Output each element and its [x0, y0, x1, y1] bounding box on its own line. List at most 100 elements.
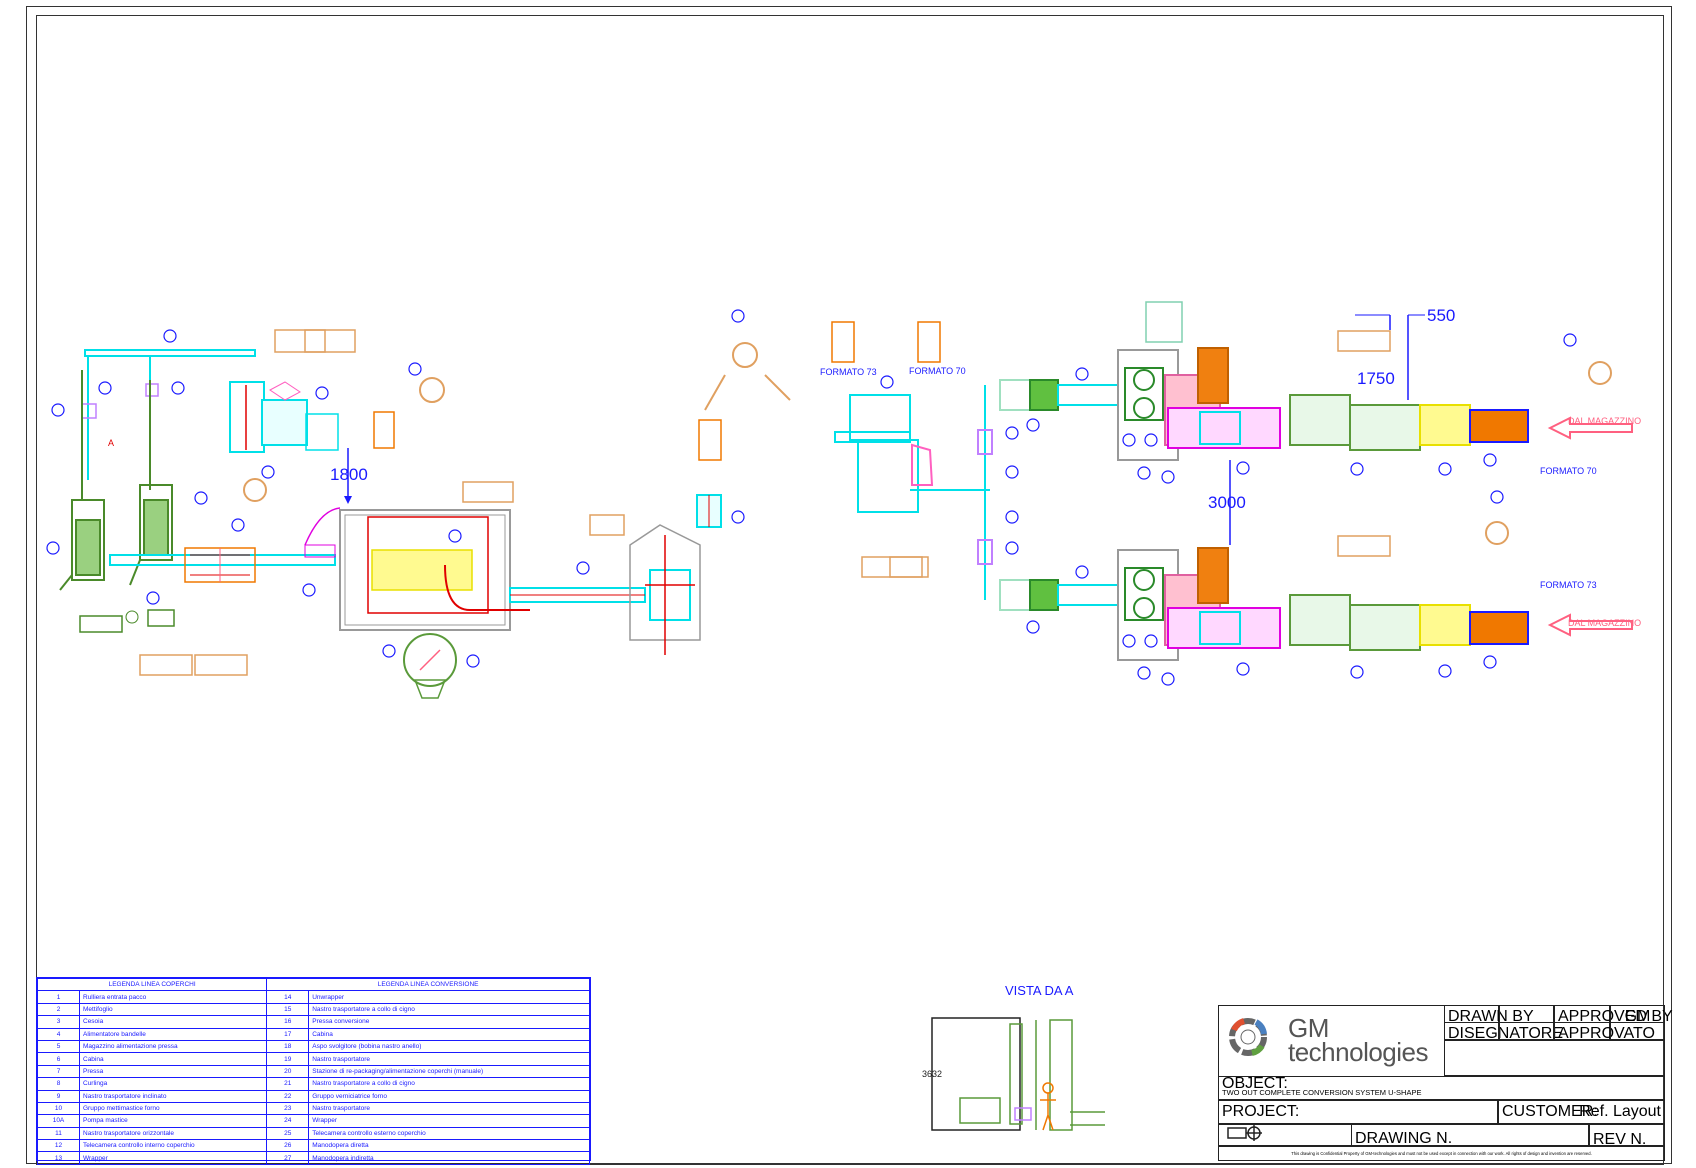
legend-table: LEGENDA LINEA COPERCHI LEGENDA LINEA CON… [36, 977, 591, 1165]
legend-num: 22 [266, 1089, 310, 1103]
label-dal-magazzino-2: DAL MAGAZZINO [1568, 618, 1642, 628]
legend-text: Nastro trasportatore [308, 1101, 590, 1116]
legend-text: Telecamera controllo interno coperchio [78, 1139, 268, 1153]
legend-row: 3 Cesoia 16 Pressa conversione [37, 1015, 590, 1029]
legend-text: Nastro trasportatore orizzontale [78, 1126, 268, 1141]
legend-text: Nastro trasportatore [308, 1052, 590, 1066]
right-line-bottom [999, 547, 1633, 661]
object-label: OBJECT: [1222, 1075, 1288, 1092]
legend-text: Cabina [308, 1027, 590, 1041]
ref-layout-label: Ref. Layout [1579, 1103, 1661, 1120]
label-formato-73-top: FORMATO 73 [820, 367, 877, 377]
drawn-by-label: DRAWN BY [1444, 1005, 1534, 1025]
legend-left-title: LEGENDA LINEA COPERCHI [36, 977, 268, 992]
confidentiality-footer: This drawing is Confidential Property of… [1218, 1146, 1665, 1161]
legend-num: 21 [266, 1077, 310, 1091]
vista-da-a-elevation [931, 1017, 1105, 1131]
legend-num: 23 [266, 1101, 310, 1116]
label-dal-magazzino-1: DAL MAGAZZINO [1568, 416, 1642, 426]
approved-by-label: APPROVED BY [1554, 1005, 1673, 1025]
legend-num: 5 [37, 1039, 80, 1054]
legend-text: Telecamera controllo esterno coperchio [308, 1126, 590, 1141]
label-formato-70-top: FORMATO 70 [909, 366, 966, 376]
legend-num: 15 [266, 1002, 310, 1017]
legend-num: 6 [37, 1052, 80, 1066]
legend-text: Wrapper [78, 1151, 268, 1165]
rev-label: REV N. [1589, 1124, 1665, 1148]
legend-num: 4 [37, 1027, 80, 1041]
legend-row: 10 Gruppo mettimastice forno 23 Nastro tras… [37, 1101, 590, 1116]
legend-num: 25 [266, 1126, 310, 1141]
legend-text: Mettifoglio [78, 1002, 268, 1017]
legend-text: Curlinga [78, 1077, 268, 1091]
legend-num: 2 [37, 1002, 80, 1017]
object-value: TWO OUT COMPLETE CONVERSION SYSTEM U-SHA… [1222, 1088, 1422, 1097]
dimension-1750: 1750 [1357, 369, 1395, 388]
legend-text: Unwrapper [308, 990, 590, 1004]
legend-row: 8 Curlinga 21 Nastro trasportatore a collo … [37, 1077, 590, 1091]
signature-area [1444, 1040, 1665, 1076]
legend-num: 3 [37, 1015, 80, 1029]
legend-num: 18 [266, 1039, 310, 1054]
legend-num: 17 [266, 1027, 310, 1041]
legend-num: 12 [37, 1139, 80, 1153]
legend-num: 7 [37, 1064, 80, 1079]
legend-text: Pressa [78, 1064, 268, 1079]
legend-num: 1 [37, 990, 80, 1004]
legend-text: Stazione di re-packaging/alimentazione c… [308, 1064, 590, 1079]
legend-num: 26 [266, 1139, 310, 1153]
legend-text: Pressa conversione [308, 1015, 590, 1029]
approvato-label: APPROVATO [1554, 1022, 1655, 1042]
dimension-1800: 1800 [330, 465, 368, 484]
legend-num: 24 [266, 1114, 310, 1128]
legend-num: 27 [266, 1151, 310, 1165]
legend-text: Gruppo verniciatrice forno [308, 1089, 590, 1103]
right-line-top [999, 347, 1633, 461]
legend-num: 20 [266, 1064, 310, 1079]
drawn-by-value [1499, 1005, 1554, 1023]
legend-row: 9 Nastro trasportatore inclinato 22 Gruppo … [37, 1089, 590, 1103]
label-formato-70-right: FORMATO 70 [1540, 466, 1597, 476]
disegnatore-label: DISEGNATORE [1444, 1022, 1563, 1042]
legend-num: 10A [37, 1114, 80, 1128]
legend-text: Manodopera indiretta [308, 1151, 590, 1165]
legend-text: Nastro trasportatore a collo di cigno [308, 1077, 590, 1091]
legend-num: 10 [37, 1101, 80, 1116]
disegnatore-value [1499, 1022, 1554, 1040]
legend-num: 11 [37, 1126, 80, 1141]
legend-num: 14 [266, 990, 310, 1004]
approved-value: GM [1610, 1005, 1665, 1025]
legend-row: 7 Pressa 20 Stazione di re-packaging/alimen… [37, 1064, 590, 1079]
legend-row: 10A Pompa mastice 24 Wrapper [37, 1114, 590, 1128]
legend-text: Manodopera diretta [308, 1139, 590, 1153]
wrapper-13-group [834, 385, 993, 600]
legend-text: Magazzino alimentazione pressa [78, 1039, 268, 1054]
legend-text: Wrapper [308, 1114, 590, 1128]
legend-text: Rulliera entrata pacco [78, 990, 268, 1004]
legend-text: Nastro trasportatore a collo di cigno [308, 1002, 590, 1017]
legend-row: 5 Magazzino alimentazione pressa 18 Aspo sv… [37, 1039, 590, 1054]
legend-text: Nastro trasportatore inclinato [78, 1089, 268, 1103]
legend-text: Aspo svolgitore (bobina nastro anello) [308, 1039, 590, 1054]
brand-name: GM technologies [1288, 1015, 1429, 1067]
legend-row: 4 Alimentatore bandelle 17 Cabina [37, 1027, 590, 1041]
legend-num: 13 [37, 1151, 80, 1165]
legend-num: 8 [37, 1077, 80, 1091]
customer-field: CUSTOMER: Ref. Layout [1498, 1100, 1665, 1124]
brand-line-2: technologies [1288, 1037, 1429, 1067]
project-field: PROJECT: [1218, 1100, 1498, 1124]
legend-num: 9 [37, 1089, 80, 1103]
legend-text: Pompa mastice [78, 1114, 268, 1128]
legend-text: Cabina [78, 1052, 268, 1066]
label-formato-73-right: FORMATO 73 [1540, 580, 1597, 590]
vista-dimension: 3632 [922, 1069, 943, 1079]
legend-text: Gruppo mettimastice forno [78, 1101, 268, 1116]
legend-right-title: LEGENDA LINEA CONVERSIONE [266, 977, 590, 992]
label-arrow-a: A [108, 438, 115, 448]
legend-row: 6 Cabina 19 Nastro trasportatore [37, 1052, 590, 1066]
legend-text: Cesoia [78, 1015, 268, 1029]
legend-text: Alimentatore bandelle [78, 1027, 268, 1041]
legend-row: 13 Wrapper 27 Manodopera indiretta [37, 1151, 590, 1165]
legend-row: 1 Rulliera entrata pacco 14 Unwrapper [37, 990, 590, 1004]
legend-row: 11 Nastro trasportatore orizzontale 25 Tele… [37, 1126, 590, 1141]
